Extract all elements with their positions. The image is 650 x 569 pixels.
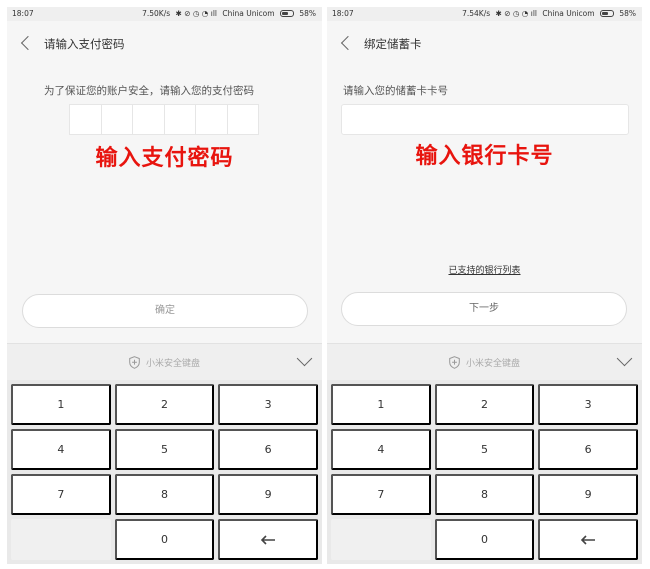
keyboard-label: 小米安全键盘: [465, 359, 520, 369]
key-backspace[interactable]: [538, 519, 638, 560]
status-icons: ✱ ⊘ ◷ ◔ ıll: [495, 9, 537, 18]
key-6[interactable]: 6: [218, 429, 318, 470]
key-4[interactable]: 4: [11, 429, 111, 470]
status-bar: 18:07 7.54K/s ✱ ⊘ ◷ ◔ ıll China Unicom 5…: [327, 7, 642, 21]
page-title: 绑定储蓄卡: [364, 37, 422, 51]
key-1[interactable]: 1: [11, 384, 111, 425]
key-blank: [11, 519, 111, 560]
password-prompt: 为了保证您的账户安全，请输入您的支付密码: [44, 85, 254, 97]
pin-digit-cell: [165, 105, 196, 134]
card-prompt: 请输入您的储蓄卡卡号: [343, 85, 448, 97]
battery-level: 58%: [619, 9, 636, 18]
payment-password-screen: 18:07 7.50K/s ✱ ⊘ ◷ ◔ ıll China Unicom 5…: [7, 7, 322, 564]
page-title: 请输入支付密码: [44, 37, 125, 51]
status-indicators: 7.54K/s ✱ ⊘ ◷ ◔ ıll China Unicom 58%: [459, 9, 636, 18]
key-2[interactable]: 2: [434, 384, 535, 425]
key-5[interactable]: 5: [114, 429, 215, 470]
key-blank: [331, 519, 431, 560]
key-9[interactable]: 9: [538, 474, 638, 515]
key-7[interactable]: 7: [11, 474, 111, 515]
title-bar: 请输入支付密码: [7, 21, 322, 67]
key-6[interactable]: 6: [538, 429, 638, 470]
key-8[interactable]: 8: [434, 474, 535, 515]
status-time: 18:07: [12, 9, 34, 18]
numeric-keypad: 1 2 3 4 5 6 7 8 9 0: [7, 380, 322, 564]
key-1[interactable]: 1: [331, 384, 431, 425]
keyboard-title: 小米安全键盘: [327, 356, 642, 369]
supported-banks-link[interactable]: 已支持的银行列表: [327, 263, 642, 276]
backspace-arrow-icon: [581, 534, 596, 545]
keyboard-header: 小米安全键盘: [327, 343, 642, 380]
title-bar: 绑定储蓄卡: [327, 21, 642, 67]
annotation-label: 输入支付密码: [95, 146, 234, 171]
pin-digit-cell: [102, 105, 133, 134]
battery-level: 58%: [299, 9, 316, 18]
pin-digit-cell: [228, 105, 259, 134]
key-2[interactable]: 2: [114, 384, 215, 425]
keyboard-label: 小米安全键盘: [145, 359, 200, 369]
key-9[interactable]: 9: [218, 474, 318, 515]
status-bar: 18:07 7.50K/s ✱ ⊘ ◷ ◔ ıll China Unicom 5…: [7, 7, 322, 21]
key-5[interactable]: 5: [434, 429, 535, 470]
key-4[interactable]: 4: [331, 429, 431, 470]
confirm-button[interactable]: 确定: [22, 294, 308, 328]
battery-icon: [279, 10, 294, 17]
key-0[interactable]: 0: [434, 519, 535, 560]
key-backspace[interactable]: [218, 519, 318, 560]
pin-digit-cell: [196, 105, 228, 134]
battery-icon: [599, 10, 614, 17]
keyboard-title: 小米安全键盘: [7, 356, 322, 369]
pin-digit-cell: [70, 105, 102, 134]
status-indicators: 7.50K/s ✱ ⊘ ◷ ◔ ıll China Unicom 58%: [139, 9, 316, 18]
status-icons: ✱ ⊘ ◷ ◔ ıll: [175, 9, 217, 18]
keyboard-header: 小米安全键盘: [7, 343, 322, 380]
back-chevron-icon[interactable]: [340, 35, 356, 51]
pin-input[interactable]: [69, 104, 259, 135]
status-time: 18:07: [332, 9, 354, 18]
key-0[interactable]: 0: [114, 519, 215, 560]
key-8[interactable]: 8: [114, 474, 215, 515]
key-3[interactable]: 3: [218, 384, 318, 425]
shield-icon: [449, 356, 460, 369]
numeric-keypad: 1 2 3 4 5 6 7 8 9 0: [327, 380, 642, 564]
carrier-name: China Unicom: [542, 9, 595, 18]
pin-digit-cell: [133, 105, 165, 134]
shield-icon: [129, 356, 140, 369]
carrier-name: China Unicom: [222, 9, 275, 18]
next-button[interactable]: 下一步: [341, 292, 627, 326]
bind-card-screen: 18:07 7.54K/s ✱ ⊘ ◷ ◔ ıll China Unicom 5…: [327, 7, 642, 564]
backspace-arrow-icon: [261, 534, 276, 545]
key-7[interactable]: 7: [331, 474, 431, 515]
back-chevron-icon[interactable]: [20, 35, 36, 51]
network-speed: 7.50K/s: [142, 9, 171, 18]
network-speed: 7.54K/s: [462, 9, 491, 18]
annotation-label: 输入银行卡号: [415, 144, 554, 169]
key-3[interactable]: 3: [538, 384, 638, 425]
card-number-input[interactable]: [341, 104, 629, 135]
